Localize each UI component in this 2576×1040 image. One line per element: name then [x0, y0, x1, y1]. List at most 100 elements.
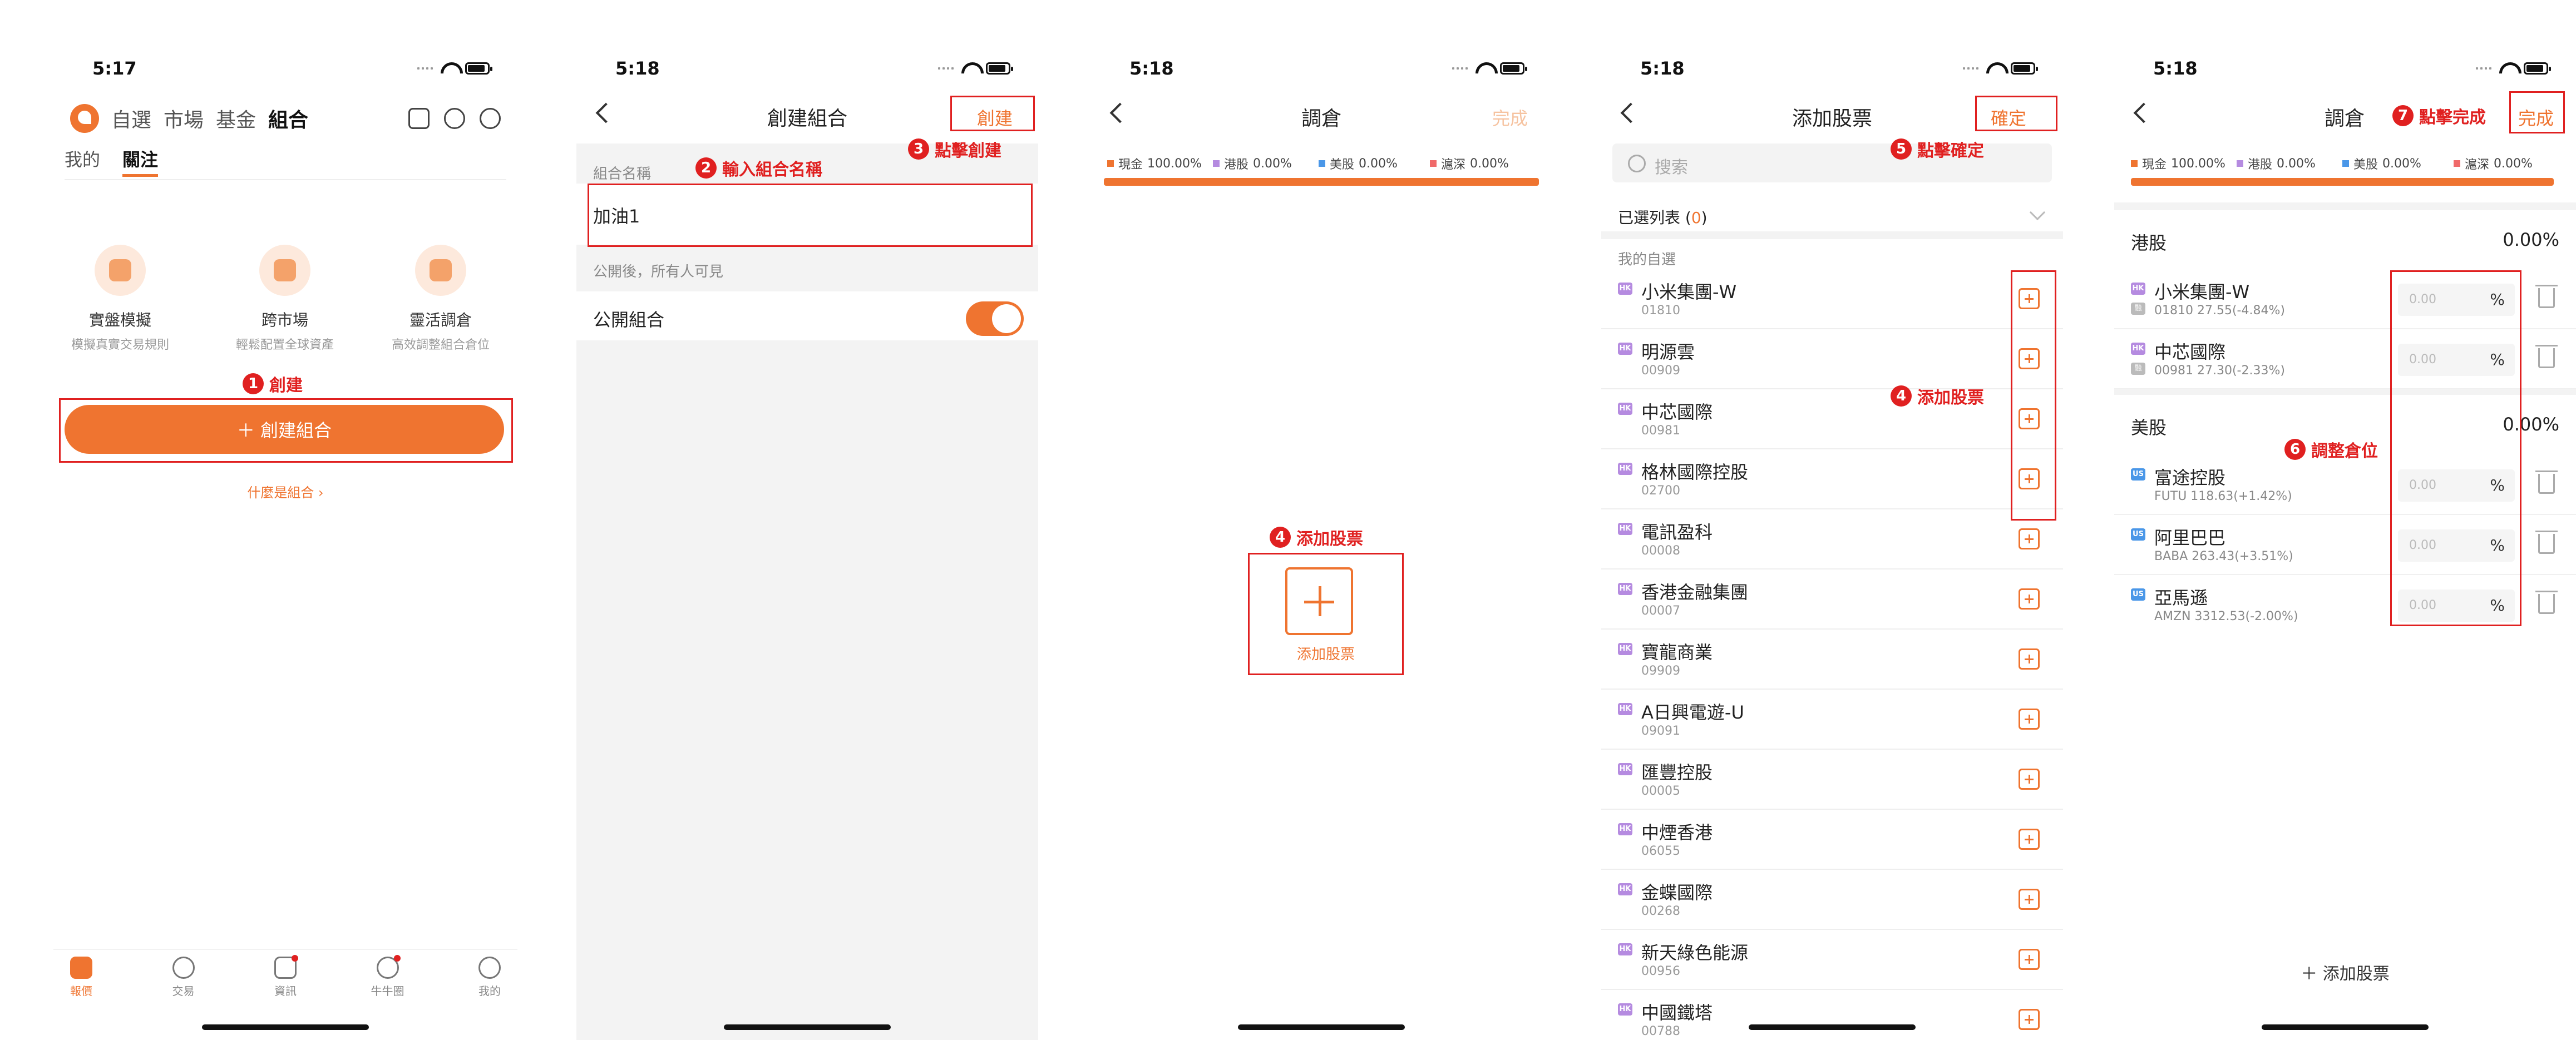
- step-number: 4: [1270, 527, 1291, 548]
- tabbar-trade[interactable]: 交易: [156, 957, 211, 1004]
- add-icon[interactable]: [2019, 528, 2040, 549]
- tabbar-quotes[interactable]: 報價: [53, 957, 109, 1004]
- hk-tag: HK: [1618, 883, 1632, 895]
- done-button[interactable]: 完成: [1492, 105, 1528, 130]
- add-icon[interactable]: [2019, 709, 2040, 730]
- trash-icon[interactable]: [2535, 531, 2558, 554]
- bottom-tab-bar: 報價 交易 資訊 牛牛圈 我的: [53, 949, 517, 1004]
- stock-row[interactable]: HK A日興電遊-U 09091: [1601, 690, 2063, 750]
- stock-row[interactable]: HK 香港金融集團 00007: [1601, 569, 2063, 630]
- add-icon[interactable]: [2019, 769, 2040, 790]
- trash-icon[interactable]: [2535, 591, 2558, 614]
- subtab-mine[interactable]: 我的: [65, 146, 100, 179]
- hk-section-header: 港股 0.00%: [2114, 210, 2576, 273]
- legend-value: 0.00%: [2277, 156, 2316, 171]
- selected-count: 0: [1691, 209, 1701, 227]
- battery-icon: [2524, 62, 2551, 75]
- what-is-portfolio-link[interactable]: 什麼是組合 ›: [53, 482, 517, 501]
- add-icon[interactable]: [2019, 1009, 2040, 1030]
- back-icon[interactable]: [2133, 102, 2154, 123]
- legend-label: 港股: [1224, 158, 1249, 172]
- stock-row[interactable]: HK 匯豐控股 00005: [1601, 750, 2063, 810]
- stock-row[interactable]: HK 中煙香港 06055: [1601, 810, 2063, 870]
- search-input[interactable]: 搜索: [1612, 143, 2052, 182]
- search-icon[interactable]: [444, 108, 465, 129]
- tabbar-me[interactable]: 我的: [462, 957, 517, 1004]
- stock-row[interactable]: HK 小米集團-W 01810: [1601, 269, 2063, 329]
- home-indicator: [2262, 1024, 2429, 1030]
- trash-icon[interactable]: [2535, 285, 2558, 308]
- stock-name: 明源雲: [1641, 341, 1695, 363]
- hk-tag: HK: [1618, 463, 1632, 475]
- tab-portfolio[interactable]: 組合: [268, 104, 308, 133]
- home-indicator: [1749, 1024, 1916, 1030]
- stock-row[interactable]: HK 寶龍商業 09909: [1601, 630, 2063, 690]
- hk-tag: HK: [1618, 403, 1632, 415]
- legend-value: 0.00%: [1470, 156, 1509, 171]
- search-placeholder: 搜索: [1655, 158, 1688, 177]
- cellular-icon: [417, 67, 433, 70]
- trash-icon[interactable]: [2535, 345, 2558, 368]
- tabbar-label: 交易: [172, 984, 195, 998]
- stock-name: 匯豐控股: [1641, 762, 1713, 783]
- scan-icon[interactable]: [408, 108, 430, 129]
- stock-name: 中芯國際: [1641, 402, 1713, 423]
- tabbar-community[interactable]: 牛牛圈: [360, 955, 416, 1004]
- stock-code: 02700: [1641, 484, 1680, 498]
- stock-info: FUTU 118.63(+1.42%): [2154, 489, 2292, 503]
- annotation-step-5: 5 點擊確定: [1891, 137, 1984, 161]
- selected-label: 已選列表 (: [1618, 209, 1691, 227]
- add-icon[interactable]: [2019, 648, 2040, 670]
- subtab-following[interactable]: 關注: [122, 146, 159, 177]
- stock-code: 00008: [1641, 544, 1680, 558]
- hk-tag: HK: [1618, 583, 1632, 595]
- public-row: 公開組合: [576, 291, 1038, 340]
- add-stock-button[interactable]: ＋ 添加股票: [2114, 960, 2576, 984]
- stock-code: 09909: [1641, 664, 1680, 678]
- step-text: 點擊確定: [1917, 141, 1984, 161]
- step-text: 創建: [269, 376, 303, 395]
- highlight-box: [59, 398, 513, 463]
- simulation-icon: [95, 245, 146, 296]
- step-number: 7: [2392, 105, 2414, 126]
- screen-portfolio-home: 5:17 自選 市場 基金 組合 我的 關注 實盤模擬 模擬真實交易規則 跨市場輕…: [53, 0, 517, 1040]
- stock-name: 新天綠色能源: [1641, 942, 1749, 963]
- allocation-legend: 現金 100.00% 港股 0.00% 美股 0.00% 滬深 0.00%: [1090, 155, 1552, 177]
- stock-name: 中芯國際: [2154, 341, 2226, 363]
- market-tag: HK: [2131, 283, 2145, 295]
- stock-row[interactable]: HK 電訊盈科 00008: [1601, 509, 2063, 569]
- trash-icon[interactable]: [2535, 471, 2558, 494]
- margin-tag: 融: [2131, 363, 2145, 375]
- tab-market[interactable]: 市場: [164, 104, 204, 133]
- stock-code: 09091: [1641, 724, 1680, 738]
- add-icon[interactable]: [2019, 829, 2040, 850]
- wifi-icon: [2499, 62, 2516, 75]
- tab-funds[interactable]: 基金: [216, 104, 256, 133]
- stock-row[interactable]: HK 中芯國際 00981: [1601, 389, 2063, 449]
- legend-value: 0.00%: [2494, 156, 2533, 171]
- legend-value: 100.00%: [1147, 156, 1202, 171]
- selected-list-row[interactable]: 已選列表 (0): [1601, 192, 2063, 239]
- highlight-box: [950, 96, 1035, 131]
- add-icon[interactable]: [2019, 588, 2040, 610]
- stock-row[interactable]: HK 新天綠色能源 00956: [1601, 930, 2063, 990]
- add-stock-label[interactable]: 添加股票: [1248, 643, 1404, 663]
- hk-tag: HK: [1618, 763, 1632, 775]
- add-icon[interactable]: [2019, 889, 2040, 910]
- step-text: 添加股票: [1917, 388, 1984, 408]
- feature-desc: 模擬真實交易規則: [71, 338, 169, 352]
- tabbar-news[interactable]: 資訊: [258, 955, 313, 1004]
- status-time: 5:18: [1129, 58, 1174, 79]
- step-text: 調整倉位: [2311, 442, 2378, 461]
- message-icon[interactable]: [480, 108, 501, 129]
- step-text: 輸入組合名稱: [722, 160, 822, 180]
- public-toggle[interactable]: [966, 301, 1024, 336]
- tab-watchlist[interactable]: 自選: [111, 104, 151, 133]
- stock-row[interactable]: HK 明源雲 00909: [1601, 329, 2063, 389]
- stock-row[interactable]: HK 金蝶國際 00268: [1601, 870, 2063, 930]
- annotation-step-4: 4 添加股票: [1891, 384, 1984, 408]
- add-stock-icon[interactable]: [1285, 567, 1353, 635]
- stock-row[interactable]: HK 格林國際控股 02700: [1601, 449, 2063, 509]
- add-icon[interactable]: [2019, 949, 2040, 970]
- stock-row[interactable]: HK 中國鐵塔 00788: [1601, 990, 2063, 1040]
